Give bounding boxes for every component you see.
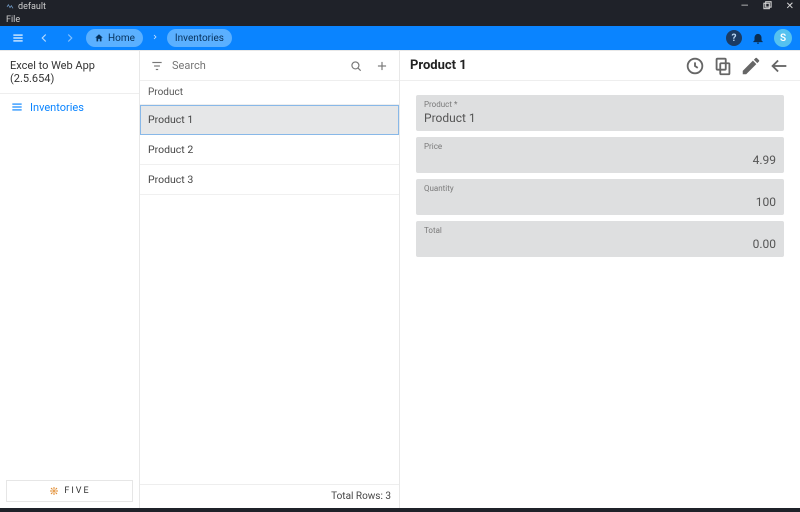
table-row[interactable]: Product 1 [140, 105, 399, 135]
search-button[interactable] [345, 55, 367, 77]
sidebar-item-inventories[interactable]: Inventories [0, 94, 139, 120]
field-product-label: Product [424, 100, 452, 109]
window-titlebar: default — ✕ [0, 0, 800, 14]
add-button[interactable] [371, 55, 393, 77]
app-icon [6, 3, 14, 11]
breadcrumb-home-label: Home [108, 33, 135, 44]
list-icon [10, 100, 24, 114]
copy-button[interactable] [712, 55, 734, 77]
breadcrumb-current-label: Inventories [175, 33, 224, 44]
avatar-initial: S [780, 33, 786, 44]
table-row[interactable]: Product 2 [140, 135, 399, 165]
field-quantity[interactable]: Quantity 100 [416, 179, 784, 215]
brand-badge: FIVE [6, 480, 133, 502]
hamburger-icon[interactable] [8, 28, 28, 48]
notifications-button[interactable] [748, 28, 768, 48]
total-rows: Total Rows: 3 [140, 484, 399, 508]
field-total[interactable]: Total 0.00 [416, 221, 784, 257]
filter-button[interactable] [146, 55, 168, 77]
field-price-label: Price [424, 142, 776, 151]
bottombar [0, 508, 800, 512]
window-maximize-button[interactable] [763, 1, 772, 13]
row-label: Product 3 [148, 173, 193, 186]
total-rows-label: Total Rows: [331, 491, 383, 502]
search-input[interactable] [172, 59, 341, 72]
menubar: File [0, 14, 800, 26]
detail-header: Product 1 [400, 51, 800, 81]
sidebar: Excel to Web App (2.5.654) Inventories F… [0, 51, 140, 508]
field-product-value: Product 1 [424, 109, 776, 125]
required-indicator: * [454, 100, 457, 109]
field-quantity-label: Quantity [424, 184, 776, 193]
window-close-button[interactable]: ✕ [786, 2, 794, 12]
sidebar-item-label: Inventories [30, 101, 84, 114]
field-price-value: 4.99 [424, 151, 776, 167]
window-minimize-button[interactable]: — [741, 2, 749, 12]
field-quantity-value: 100 [424, 193, 776, 209]
avatar[interactable]: S [774, 29, 792, 47]
nav-forward-button[interactable] [60, 28, 80, 48]
history-button[interactable] [684, 55, 706, 77]
brand-icon [48, 485, 60, 497]
field-total-label: Total [424, 226, 776, 235]
menu-file[interactable]: File [6, 15, 20, 25]
edit-button[interactable] [740, 55, 762, 77]
detail-body: Product * Product 1 Price 4.99 Quantity … [400, 81, 800, 271]
total-rows-value: 3 [385, 491, 391, 502]
breadcrumb-home[interactable]: Home [86, 29, 143, 47]
list-column: Product Product 1 Product 2 Product 3 To… [140, 51, 400, 508]
searchbar [140, 51, 399, 81]
detail-panel: Product 1 Product * Product 1 [400, 51, 800, 508]
brand-text: FIVE [64, 486, 90, 496]
nav-back-button[interactable] [34, 28, 54, 48]
back-arrow-button[interactable] [768, 55, 790, 77]
detail-title: Product 1 [410, 58, 678, 73]
field-total-value: 0.00 [424, 235, 776, 251]
field-price[interactable]: Price 4.99 [416, 137, 784, 173]
field-product[interactable]: Product * Product 1 [416, 95, 784, 131]
table-row[interactable]: Product 3 [140, 165, 399, 195]
topnav: Home Inventories ? S [0, 26, 800, 50]
list-column-header: Product [140, 81, 399, 105]
window-title: default [18, 2, 741, 12]
breadcrumb-current[interactable]: Inventories [167, 29, 232, 47]
help-button[interactable]: ? [726, 30, 742, 46]
row-label: Product 1 [148, 113, 193, 126]
app-title: Excel to Web App (2.5.654) [0, 51, 139, 94]
list: Product 1 Product 2 Product 3 [140, 105, 399, 484]
row-label: Product 2 [148, 143, 193, 156]
chevron-right-icon [149, 33, 161, 44]
